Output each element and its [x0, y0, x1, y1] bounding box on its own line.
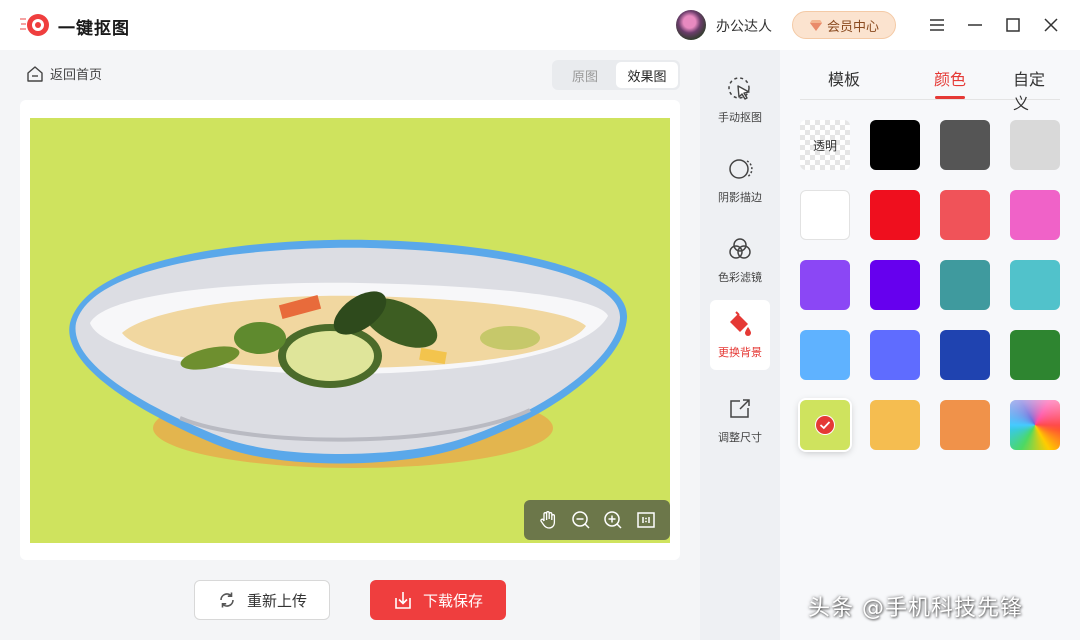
color-swatch[interactable] [870, 260, 920, 310]
tool-change-background-label: 更换背景 [718, 346, 762, 359]
color-swatch[interactable] [940, 190, 990, 240]
tool-resize-label: 调整尺寸 [718, 431, 762, 444]
close-icon[interactable] [1040, 14, 1062, 36]
resize-icon [726, 395, 754, 423]
tool-change-background[interactable]: 更换背景 [710, 300, 770, 370]
tool-sidebar: 手动抠图 阴影描边 色彩滤镜 更换背景 调整尺寸 [700, 50, 780, 640]
color-swatch[interactable] [940, 400, 990, 450]
back-home-link[interactable]: 返回首页 [26, 64, 102, 83]
tool-shadow-outline[interactable]: 阴影描边 [710, 145, 770, 215]
color-swatch-grid: 透明 [800, 120, 1070, 460]
color-swatch[interactable] [800, 330, 850, 380]
download-icon [395, 592, 411, 609]
swatch-custom-color[interactable] [1010, 400, 1060, 450]
download-save-button[interactable]: 下载保存 [370, 580, 506, 620]
color-swatch[interactable] [1010, 260, 1060, 310]
color-swatch[interactable] [940, 330, 990, 380]
color-swatch[interactable] [800, 190, 850, 240]
username[interactable]: 办公达人 [716, 16, 772, 36]
view-toggle: 原图 效果图 [552, 60, 680, 90]
tool-manual-cutout-label: 手动抠图 [718, 111, 762, 124]
diamond-icon [809, 20, 822, 31]
tab-color[interactable]: 颜色 [934, 66, 966, 90]
title-bar: 一键抠图 办公达人 会员中心 [0, 0, 1080, 50]
avatar[interactable] [676, 10, 706, 40]
food-bowl-image [69, 239, 628, 468]
active-tab-indicator [935, 96, 965, 99]
zoom-in-icon[interactable] [602, 509, 624, 531]
color-swatch[interactable] [870, 190, 920, 240]
swatch-transparent-label: 透明 [812, 138, 837, 153]
color-swatch[interactable] [940, 260, 990, 310]
hand-pan-icon[interactable] [537, 509, 559, 531]
color-swatch[interactable] [800, 400, 850, 450]
color-swatch[interactable] [870, 330, 920, 380]
color-swatch[interactable] [870, 120, 920, 170]
maximize-icon[interactable] [1002, 14, 1024, 36]
vip-center-label: 会员中心 [826, 19, 879, 35]
view-original-tab[interactable]: 原图 [554, 62, 616, 88]
color-swatch[interactable] [1010, 190, 1060, 240]
tool-color-filter[interactable]: 色彩滤镜 [710, 225, 770, 295]
actual-size-icon[interactable] [635, 509, 657, 531]
tab-template[interactable]: 模板 [828, 66, 860, 90]
vip-center-button[interactable]: 会员中心 [792, 11, 896, 39]
app-logo-icon [20, 14, 49, 36]
tool-manual-cutout[interactable]: 手动抠图 [710, 65, 770, 135]
refresh-icon [220, 592, 234, 608]
color-swatch[interactable] [870, 400, 920, 450]
cursor-select-icon [726, 75, 754, 103]
color-swatch[interactable] [940, 120, 990, 170]
menu-icon[interactable] [926, 14, 948, 36]
app-title: 一键抠图 [58, 19, 130, 39]
swatch-transparent[interactable]: 透明 [800, 120, 850, 170]
preview-canvas[interactable] [30, 118, 670, 543]
tool-shadow-outline-label: 阴影描边 [718, 191, 762, 204]
reupload-button[interactable]: 重新上传 [194, 580, 330, 620]
color-swatch[interactable] [800, 260, 850, 310]
color-swatch[interactable] [1010, 120, 1060, 170]
minimize-icon[interactable] [964, 14, 986, 36]
color-filter-icon [726, 235, 754, 263]
tool-color-filter-label: 色彩滤镜 [718, 271, 762, 284]
back-home-label: 返回首页 [50, 68, 103, 83]
check-icon [815, 415, 835, 435]
paint-bucket-icon [726, 310, 754, 338]
tab-custom[interactable]: 自定义 [1013, 66, 1060, 114]
reupload-label: 重新上传 [246, 591, 307, 610]
download-save-label: 下载保存 [422, 591, 483, 610]
shadow-outline-icon [726, 155, 754, 183]
background-panel: 模板 颜色 自定义 透明 [780, 50, 1080, 640]
home-icon [27, 65, 43, 82]
zoom-out-icon[interactable] [570, 509, 592, 531]
canvas-card [20, 100, 680, 560]
watermark: 头条 @手机科技先锋 [808, 596, 1023, 621]
tool-resize[interactable]: 调整尺寸 [710, 385, 770, 455]
zoom-toolbar [524, 500, 670, 540]
view-result-tab[interactable]: 效果图 [616, 62, 678, 88]
color-swatch[interactable] [1010, 330, 1060, 380]
panel-tabs: 模板 颜色 自定义 [800, 50, 1060, 113]
